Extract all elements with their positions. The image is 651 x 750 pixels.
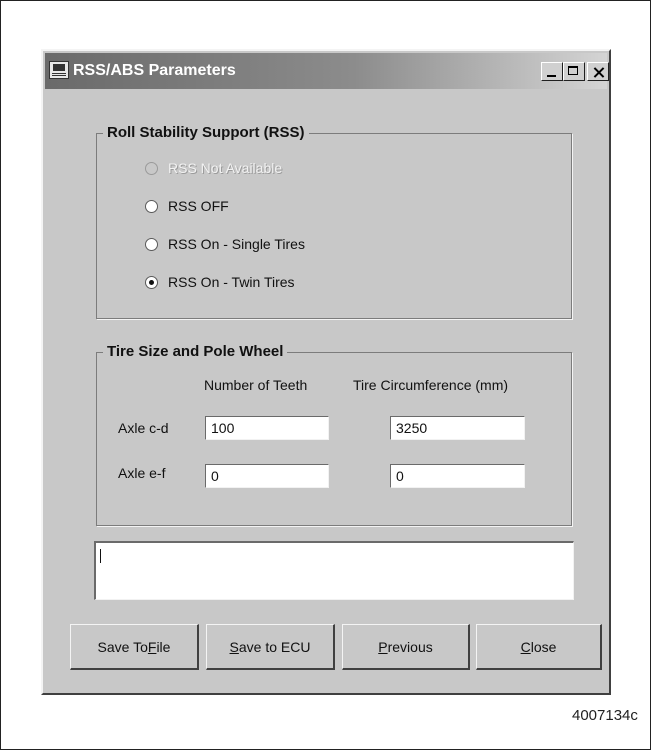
save-to-file-button[interactable]: Save To File: [70, 624, 199, 670]
radio-button: [145, 161, 158, 175]
maximize-icon[interactable]: [563, 62, 585, 81]
figure-number: 4007134c: [572, 707, 638, 724]
radio-rss-on-single-tires[interactable]: RSS On - Single Tires: [145, 234, 305, 254]
radio-button-selected[interactable]: [145, 275, 158, 289]
row-label-axle-cd: Axle c-d: [118, 420, 169, 436]
axle-cd-teeth-field[interactable]: 100: [205, 416, 329, 440]
save-to-ecu-button[interactable]: Save to ECU: [206, 624, 335, 670]
previous-button[interactable]: Previous: [342, 624, 470, 670]
row-label-axle-ef: Axle e-f: [118, 465, 166, 481]
col-header-circumference: Tire Circumference (mm): [353, 377, 509, 393]
radio-label: RSS Not Available: [168, 160, 283, 176]
radio-button[interactable]: [145, 237, 158, 251]
title-bar[interactable]: RSS/ABS Parameters: [45, 53, 609, 89]
rss-group: Roll Stability Support (RSS) RSS Not Ava…: [96, 124, 572, 319]
col-header-teeth: Number of Teeth: [204, 377, 308, 393]
minimize-icon[interactable]: [541, 62, 563, 81]
axle-cd-circumference-field[interactable]: 3250: [390, 416, 525, 440]
text-caret: [100, 549, 101, 563]
radio-label[interactable]: RSS On - Twin Tires: [168, 274, 295, 290]
close-button[interactable]: Close: [476, 624, 602, 670]
radio-label[interactable]: RSS On - Single Tires: [168, 236, 305, 252]
tire-size-group: Tire Size and Pole Wheel Number of Teeth…: [96, 343, 572, 526]
axle-ef-circumference-field[interactable]: 0: [390, 464, 525, 488]
axle-ef-teeth-field[interactable]: 0: [205, 464, 329, 488]
app-icon[interactable]: [49, 61, 69, 79]
radio-rss-off[interactable]: RSS OFF: [145, 196, 229, 216]
message-box[interactable]: [94, 541, 574, 600]
close-icon[interactable]: [587, 62, 609, 81]
tire-group-title: Tire Size and Pole Wheel: [103, 343, 288, 360]
rss-group-title: Roll Stability Support (RSS): [103, 124, 309, 141]
radio-rss-on-twin-tires[interactable]: RSS On - Twin Tires: [145, 272, 295, 292]
radio-rss-not-available: RSS Not Available: [145, 158, 282, 178]
rss-abs-dialog: RSS/ABS Parameters Roll Stability Suppor…: [41, 49, 611, 695]
radio-label[interactable]: RSS OFF: [168, 198, 229, 214]
window-title: RSS/ABS Parameters: [73, 62, 236, 79]
radio-button[interactable]: [145, 199, 158, 213]
selected-dot-icon: [149, 279, 154, 285]
